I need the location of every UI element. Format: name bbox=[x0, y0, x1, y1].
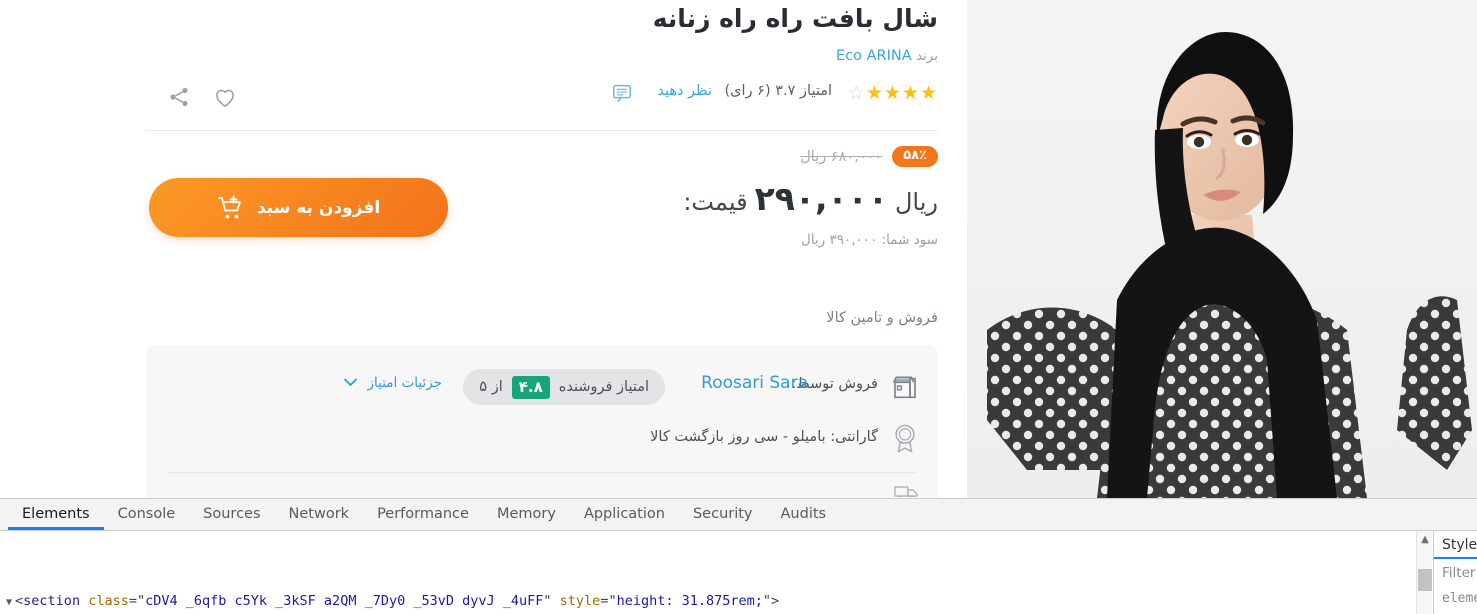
scrollbar-thumb[interactable] bbox=[1418, 569, 1432, 591]
tab-application[interactable]: Application bbox=[570, 499, 679, 530]
styles-filter-input[interactable]: Filter bbox=[1442, 565, 1475, 581]
cart-plus-icon bbox=[217, 195, 245, 221]
wishlist-heart-icon[interactable] bbox=[212, 84, 238, 110]
seller-card: فروش توسط: Roosari Sara امتیاز فروشنده ۴… bbox=[146, 345, 938, 498]
share-icon[interactable] bbox=[166, 84, 192, 110]
old-price: ۶۸۰,۰۰۰ ریال bbox=[800, 148, 883, 165]
rating-count-text: امتیاز ۳.۷ (۶ رای) bbox=[724, 83, 833, 99]
rating-row: ★★★★☆ امتیاز ۳.۷ (۶ رای) نظر دهید bbox=[148, 82, 938, 112]
devtools-panel: Elements Console Sources Network Perform… bbox=[0, 498, 1477, 614]
styles-element-selector: eleme bbox=[1442, 591, 1477, 606]
chevron-down-icon bbox=[344, 375, 358, 391]
star-empty-5: ☆ bbox=[847, 82, 866, 104]
scroll-up-arrow-icon[interactable]: ▲ bbox=[1419, 534, 1431, 546]
price-label: قیمت: bbox=[683, 188, 748, 216]
seller-score-badge: امتیاز فروشنده ۴.۸ از ۵ bbox=[463, 369, 665, 405]
page-title: شال بافت راه راه زنانه bbox=[652, 4, 938, 33]
seller-extra-row bbox=[164, 483, 920, 497]
score-details-label: جزئیات امتیاز bbox=[367, 375, 442, 391]
discount-badge: ۵۸٪ bbox=[892, 146, 938, 167]
write-review-link[interactable]: نظر دهید bbox=[657, 83, 712, 99]
seller-score-outof: از ۵ bbox=[479, 379, 503, 395]
dom-style-1: height: 31.875rem; bbox=[616, 593, 763, 609]
rating-stars[interactable]: ★★★★☆ bbox=[848, 82, 938, 104]
seller-name-link[interactable]: Roosari Sara bbox=[701, 373, 808, 393]
left-rail bbox=[0, 0, 130, 498]
seller-card-divider bbox=[168, 472, 916, 473]
tab-console[interactable]: Console bbox=[104, 499, 190, 530]
old-price-row: ۵۸٪ ۶۸۰,۰۰۰ ریال bbox=[148, 146, 938, 167]
expand-triangle-icon[interactable]: ▼ bbox=[6, 593, 12, 613]
price-currency: ریال bbox=[894, 188, 938, 216]
brand-label: برند bbox=[915, 48, 938, 64]
score-details-link[interactable]: جزئیات امتیاز bbox=[344, 375, 442, 391]
product-info-column: شال بافت راه راه زنانه برند Eco ARINA ★★… bbox=[128, 0, 938, 498]
star-filled-4: ★ bbox=[865, 82, 884, 104]
seller-score-value: ۴.۸ bbox=[511, 375, 550, 399]
screenshot-root: شال بافت راه راه زنانه برند Eco ARINA ★★… bbox=[0, 0, 1477, 614]
divider-under-rating bbox=[146, 130, 938, 131]
tab-security[interactable]: Security bbox=[679, 499, 767, 530]
tab-network[interactable]: Network bbox=[275, 499, 364, 530]
dom-attr-style-1: style bbox=[559, 593, 601, 609]
add-to-cart-label: افزودن به سبد bbox=[256, 197, 381, 218]
comment-icon[interactable] bbox=[611, 82, 633, 104]
tab-performance[interactable]: Performance bbox=[363, 499, 483, 530]
star-filled-3: ★ bbox=[883, 82, 902, 104]
supply-section-label: فروش و تامین کالا bbox=[826, 310, 938, 326]
warranty-text: گارانتی: بامیلو - سی روز بازگشت کالا bbox=[650, 429, 878, 445]
devtools-sidebar: Styles Filter eleme bbox=[1433, 531, 1477, 614]
tab-audits[interactable]: Audits bbox=[767, 499, 841, 530]
sidebar-tab-styles[interactable]: Styles bbox=[1442, 533, 1477, 557]
delivery-truck-icon bbox=[894, 483, 920, 497]
seller-score-label: امتیاز فروشنده bbox=[558, 379, 649, 395]
brand-line: برند Eco ARINA bbox=[148, 48, 938, 64]
seller-row: فروش توسط: Roosari Sara امتیاز فروشنده ۴… bbox=[164, 367, 920, 407]
star-filled-1: ★ bbox=[919, 82, 938, 104]
dom-tree[interactable]: ▼ <section class="cDV4 _6qfb c5Yk _3kSF a… bbox=[0, 531, 1436, 614]
dom-attr-class-1: class bbox=[88, 593, 129, 609]
product-actions bbox=[148, 80, 238, 114]
tab-memory[interactable]: Memory bbox=[483, 499, 570, 530]
star-filled-2: ★ bbox=[901, 82, 920, 104]
add-to-cart-button[interactable]: افزودن به سبد bbox=[149, 178, 448, 237]
warranty-row: گارانتی: بامیلو - سی روز بازگشت کالا bbox=[164, 420, 920, 460]
devtools-tabbar: Elements Console Sources Network Perform… bbox=[0, 499, 1477, 531]
tab-elements[interactable]: Elements bbox=[8, 499, 104, 530]
product-photo-illustration bbox=[967, 0, 1477, 498]
product-detail-page: شال بافت راه راه زنانه برند Eco ARINA ★★… bbox=[0, 0, 1477, 498]
product-image[interactable] bbox=[967, 0, 1477, 498]
price-value: ۲۹۰,۰۰۰ bbox=[754, 179, 888, 218]
tab-sources[interactable]: Sources bbox=[189, 499, 274, 530]
guarantee-badge-icon bbox=[890, 422, 920, 454]
brand-name[interactable]: Eco ARINA bbox=[836, 48, 912, 64]
store-icon bbox=[890, 371, 920, 401]
dom-line-section[interactable]: ▼ <section class="cDV4 _6qfb c5Yk _3kSF a… bbox=[0, 591, 1436, 611]
dom-tree-scrollbar[interactable]: ▲ bbox=[1416, 531, 1432, 614]
dom-classlist-1: cDV4 _6qfb c5Yk _3kSF a2QM _7Dy0 _53vD d… bbox=[145, 593, 544, 609]
dom-tag-section: section bbox=[23, 593, 81, 609]
sidebar-tab-underline bbox=[1434, 557, 1477, 559]
